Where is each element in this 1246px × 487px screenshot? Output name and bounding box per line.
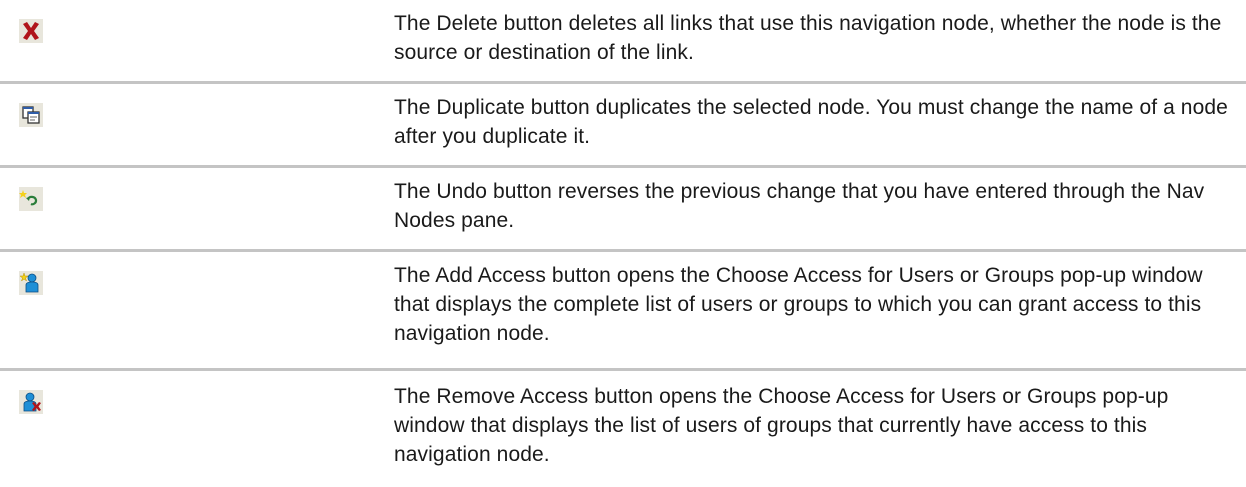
table-row-delete: The Delete button deletes all links that…	[0, 0, 1246, 84]
remove-access-icon	[19, 390, 43, 414]
table-row-duplicate: The Duplicate button duplicates the sele…	[0, 84, 1246, 168]
row-description: The Duplicate button duplicates the sele…	[394, 96, 1228, 148]
table-row-remove-access: The Remove Access button opens the Choos…	[0, 371, 1246, 487]
delete-icon	[19, 19, 43, 43]
table-row-undo: The Undo button reverses the previous ch…	[0, 168, 1246, 252]
undo-icon	[19, 187, 43, 211]
duplicate-icon	[19, 103, 43, 127]
button-reference-table: The Delete button deletes all links that…	[0, 0, 1246, 487]
add-access-icon	[19, 271, 43, 295]
row-description: The Add Access button opens the Choose A…	[394, 264, 1203, 345]
row-description: The Remove Access button opens the Choos…	[394, 385, 1169, 466]
row-description: The Delete button deletes all links that…	[394, 12, 1222, 64]
table-row-add-access: The Add Access button opens the Choose A…	[0, 252, 1246, 371]
row-description: The Undo button reverses the previous ch…	[394, 180, 1205, 232]
